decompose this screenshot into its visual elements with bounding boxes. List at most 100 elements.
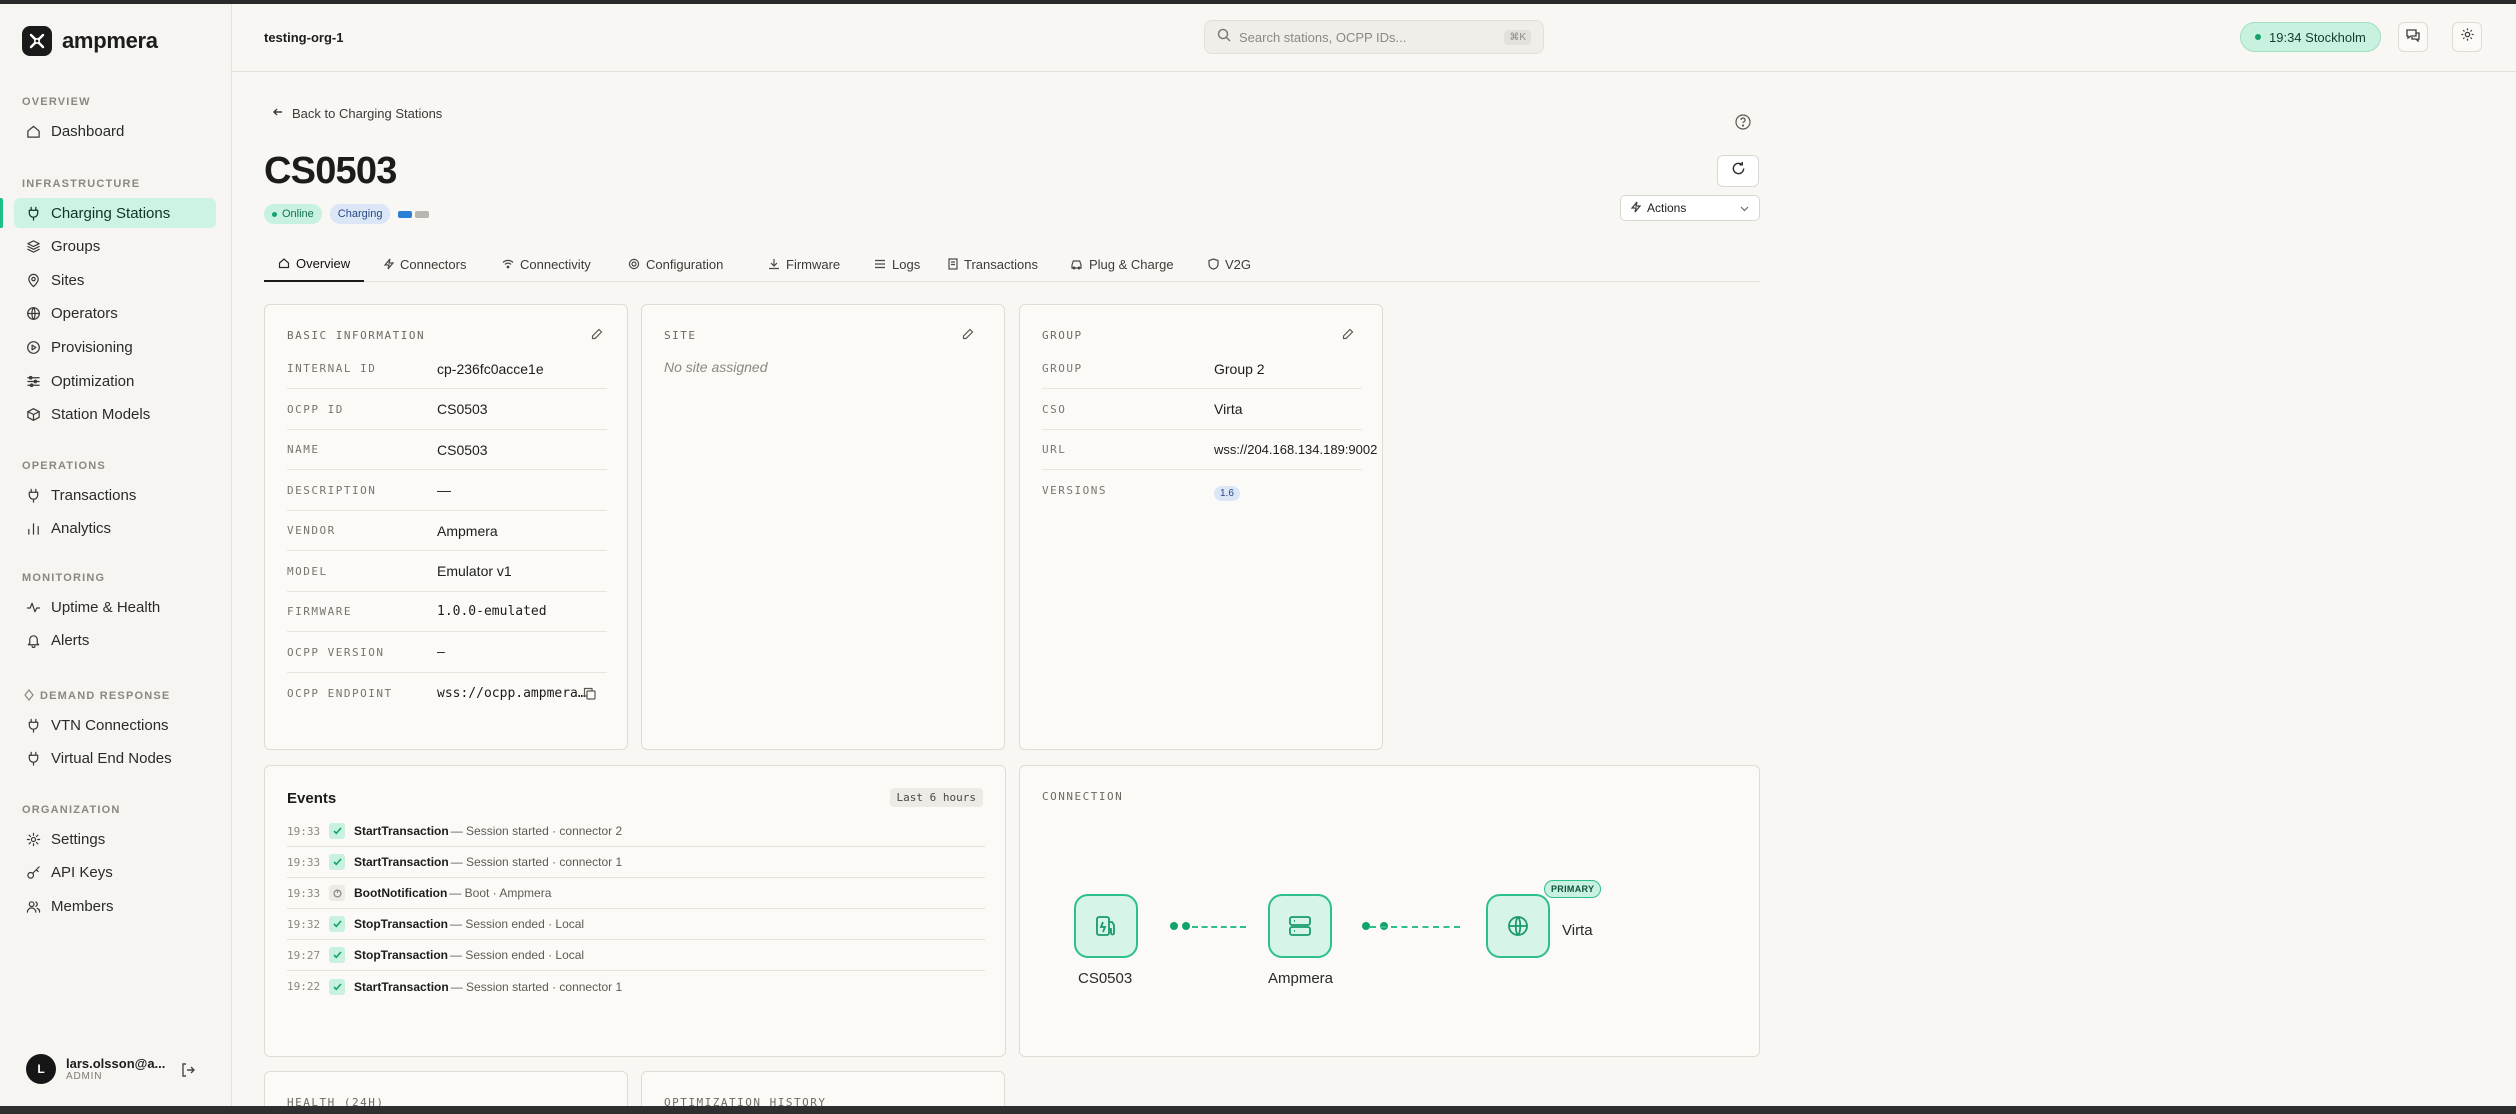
tab-label: Firmware <box>786 256 841 272</box>
link-dot <box>1170 922 1178 930</box>
info-key: VENDOR <box>287 524 336 537</box>
sidebar-item-dashboard[interactable]: Dashboard <box>14 116 216 146</box>
event-row[interactable]: 19:22 StartTransaction — Session started ·… <box>287 971 985 1002</box>
sidebar-item-groups[interactable]: Groups <box>14 232 216 262</box>
info-key: OCPP VERSION <box>287 645 385 659</box>
event-description: — Session started · connector 1 <box>450 979 623 994</box>
settings-button[interactable] <box>2452 22 2482 52</box>
event-row[interactable]: 19:33 BootNotification — Boot · Ampmera <box>287 878 985 909</box>
event-row[interactable]: 19:32 StopTransaction — Session ended · Lo… <box>287 909 985 940</box>
sidebar-item-sites[interactable]: Sites <box>14 265 216 295</box>
sidebar-item-label: Provisioning <box>51 338 133 356</box>
tab-label: Transactions <box>964 256 1038 272</box>
sidebar-item-virtual-end-nodes[interactable]: Virtual End Nodes <box>14 744 216 774</box>
tab-logs[interactable]: Logs <box>860 246 934 282</box>
info-key: GROUP <box>1042 362 1083 375</box>
info-value: Emulator v1 <box>437 563 512 579</box>
events-card: Events Last 6 hours 19:33 StartTransactio… <box>264 765 1006 1057</box>
box-icon <box>27 408 40 422</box>
connection-card: CONNECTION CS0503 Ampmera PRIMARY Virta <box>1019 765 1760 1057</box>
sidebar-item-label: Station Models <box>51 406 151 424</box>
map-pin-icon <box>28 273 39 287</box>
sidebar-item-station-models[interactable]: Station Models <box>14 400 216 430</box>
status-badge-charging: Charging <box>329 204 391 224</box>
sidebar-item-analytics[interactable]: Analytics <box>14 514 216 544</box>
tab-v2g[interactable]: V2G <box>1194 246 1265 282</box>
event-row[interactable]: 19:33 StartTransaction — Session started ·… <box>287 816 985 847</box>
user-menu[interactable]: L lars.olsson@a... ADMIN <box>26 1054 165 1084</box>
global-search[interactable]: ⌘K <box>1204 20 1544 54</box>
event-description: — Session ended · Local <box>450 917 585 931</box>
car-icon <box>1071 259 1082 270</box>
tab-firmware[interactable]: Firmware <box>754 246 854 282</box>
event-name: StopTransaction <box>354 948 449 962</box>
info-key: INTERNAL ID <box>287 362 377 375</box>
event-name: BootNotification <box>354 886 448 900</box>
sidebar-item-api-keys[interactable]: API Keys <box>14 858 216 888</box>
back-link-label: Back to Charging Stations <box>292 106 443 121</box>
edit-icon[interactable] <box>962 327 974 345</box>
event-description: — Session ended · Local <box>450 948 585 962</box>
copy-icon[interactable] <box>583 687 596 705</box>
event-row[interactable]: 19:33 StartTransaction — Session started ·… <box>287 847 985 878</box>
tab-overview[interactable]: Overview <box>264 246 365 282</box>
sidebar-item-settings[interactable]: Settings <box>14 824 216 854</box>
sidebar-item-uptime-health[interactable]: Uptime & Health <box>14 592 216 622</box>
sidebar-item-members[interactable]: Members <box>14 891 216 921</box>
group-row: VERSIONS 1.6 <box>1042 471 1362 511</box>
check-icon <box>329 978 345 995</box>
sidebar-item-optimization[interactable]: Optimization <box>14 366 216 396</box>
back-link[interactable]: Back to Charging Stations <box>272 106 442 121</box>
event-time: 19:32 <box>287 917 321 931</box>
refresh-button[interactable] <box>1717 155 1759 187</box>
info-key: DESCRIPTION <box>287 483 377 497</box>
sidebar-item-alerts[interactable]: Alerts <box>14 626 216 656</box>
chat-button[interactable] <box>2398 22 2428 52</box>
layers-icon <box>27 240 40 253</box>
tab-transactions[interactable]: Transactions <box>934 246 1052 282</box>
search-input[interactable] <box>1239 29 1497 45</box>
edit-icon[interactable] <box>1342 327 1354 345</box>
info-key: CSO <box>1042 402 1067 416</box>
site-card: SITE No site assigned <box>641 304 1005 750</box>
sidebar-item-vtn-connections[interactable]: VTN Connections <box>14 710 216 740</box>
actions-dropdown[interactable]: Actions <box>1620 195 1760 221</box>
edit-icon[interactable] <box>591 327 603 345</box>
events-range-badge[interactable]: Last 6 hours <box>889 788 983 807</box>
bar-chart-icon <box>28 523 39 535</box>
node-label: Virta <box>1562 922 1593 939</box>
sidebar-item-operators[interactable]: Operators <box>14 299 216 329</box>
help-icon[interactable] <box>1735 114 1751 135</box>
card-title: SITE <box>664 329 697 342</box>
event-time: 19:22 <box>287 980 321 993</box>
sidebar-item-transactions[interactable]: Transactions <box>14 480 216 510</box>
sidebar-item-provisioning[interactable]: Provisioning <box>14 332 216 362</box>
gear-icon <box>26 832 41 846</box>
brand-logo[interactable]: ampmera <box>22 26 158 56</box>
event-row[interactable]: 19:27 StopTransaction — Session ended · Lo… <box>287 940 985 971</box>
sidebar-item-label: Dashboard <box>51 122 125 140</box>
info-key: FIRMWARE <box>287 605 352 618</box>
link-dot <box>1362 922 1370 930</box>
window-bottom-strip <box>0 1106 2516 1114</box>
group-row: URL wss://204.168.134.189:9002 <box>1042 430 1377 470</box>
status-badges: Online Charging <box>264 204 430 224</box>
node-station[interactable] <box>1074 894 1138 958</box>
top-header: testing-org-1 ⌘K 19:34 Stockholm <box>232 4 2516 72</box>
logout-icon[interactable] <box>180 1062 196 1083</box>
event-time: 19:33 <box>287 886 321 900</box>
tab-label: Overview <box>296 255 351 271</box>
sidebar-item-label: Alerts <box>51 632 90 650</box>
tab-configuration[interactable]: Configuration <box>614 246 737 282</box>
org-switcher[interactable]: testing-org-1 <box>264 30 343 45</box>
tab-connectivity[interactable]: Connectivity <box>488 246 605 282</box>
tab-plug-charge[interactable]: Plug & Charge <box>1056 246 1188 282</box>
sidebar-item-charging-stations[interactable]: Charging Stations <box>14 198 216 228</box>
info-row: FIRMWARE 1.0.0-emulated <box>287 592 607 632</box>
card-title: BASIC INFORMATION <box>287 329 426 342</box>
nav-section-label: DEMAND RESPONSE <box>40 690 171 702</box>
node-cso[interactable] <box>1486 894 1550 958</box>
info-row: OCPP VERSION — <box>287 633 607 673</box>
node-server[interactable] <box>1268 894 1332 958</box>
tab-connectors[interactable]: Connectors <box>370 246 480 282</box>
